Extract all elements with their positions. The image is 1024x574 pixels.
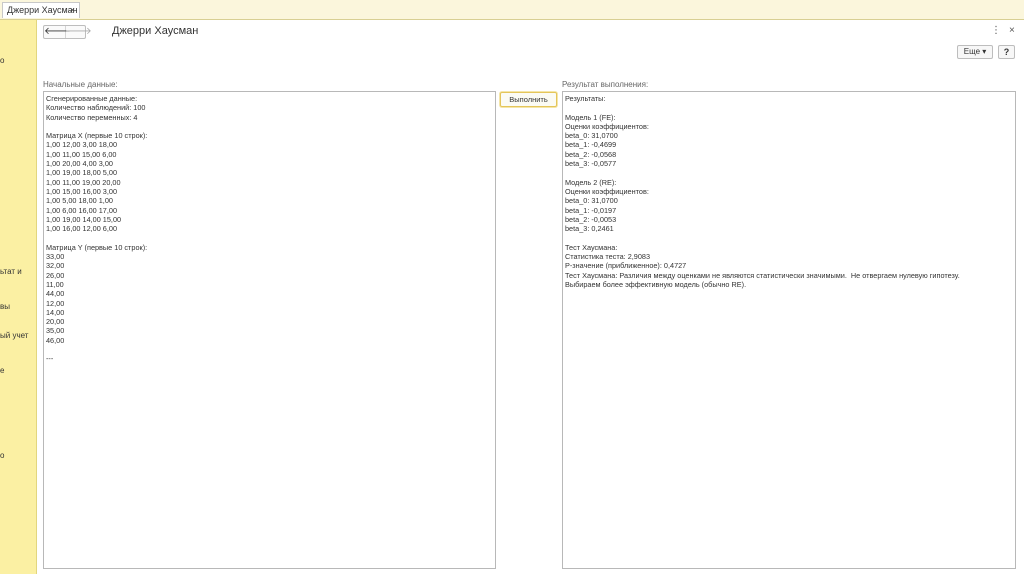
output-textarea[interactable]: Результаты: Модель 1 (FE): Оценки коэффи… [562, 91, 1016, 569]
sidebar-item-6[interactable]: о [0, 451, 4, 460]
tab-hausman[interactable]: Джерри Хаусман × [2, 2, 80, 18]
input-caption: Начальные данные: [43, 80, 118, 89]
back-arrow-icon[interactable]: 🡐 [44, 26, 71, 38]
tab-bar: Джерри Хаусман × [0, 0, 1024, 20]
more-menu-icon[interactable]: ⋮ [991, 25, 1001, 36]
tab-label: Джерри Хаусман [7, 5, 78, 15]
sidebar-item-4[interactable]: ый учет [0, 331, 28, 340]
close-icon[interactable]: × [1009, 25, 1015, 36]
output-caption: Результат выполнения: [562, 80, 649, 89]
help-button[interactable]: ? [998, 45, 1015, 59]
sidebar-panel: о ьтат и вы ый учет е о [0, 20, 37, 574]
run-button[interactable]: Выполнить [500, 92, 557, 107]
sidebar-item-5[interactable]: е [0, 366, 4, 375]
sidebar-item-1[interactable]: о [0, 56, 4, 65]
page-title: Джерри Хаусман [112, 25, 199, 37]
forward-arrow-icon[interactable]: 🡒 [65, 26, 92, 38]
tab-close-icon[interactable]: × [70, 3, 75, 18]
input-textarea[interactable]: Сгенерированные данные: Количество наблю… [43, 91, 496, 569]
sidebar-item-2[interactable]: ьтат и [0, 267, 22, 276]
sidebar-item-3[interactable]: вы [0, 302, 10, 311]
more-button[interactable]: Еще ▾ [957, 45, 993, 59]
nav-buttons: 🡐 🡒 [43, 25, 92, 39]
